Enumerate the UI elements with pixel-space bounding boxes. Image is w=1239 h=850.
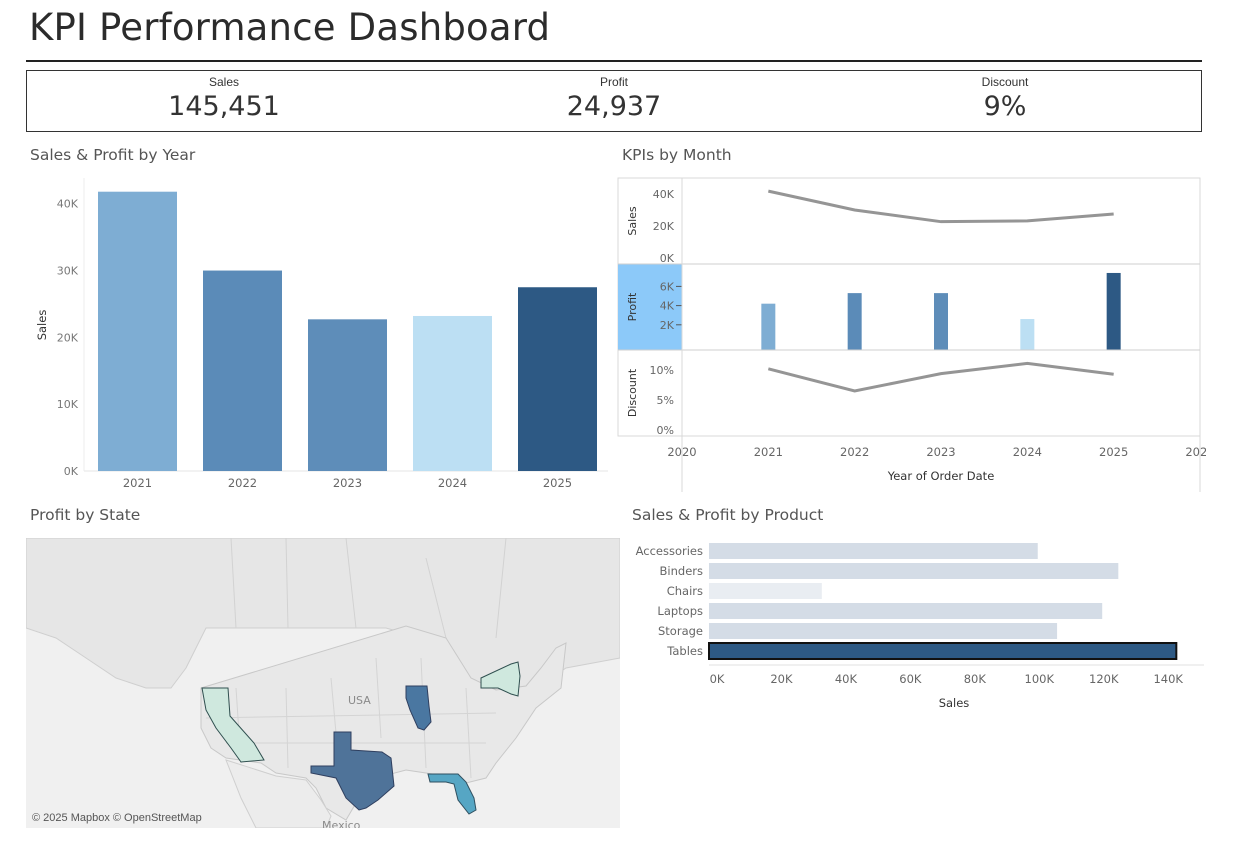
y-tick-label: 0% [657,424,674,437]
y-tick-label: 6K [660,280,675,293]
panel-label-discount: Discount [626,368,639,417]
panel-title-sales-by-year: Sales & Profit by Year [30,146,196,164]
panel-title-kpis-by-month: KPIs by Month [622,146,732,164]
profit-by-state-map[interactable]: USA Mexico [26,538,620,828]
x-tick-label: 2020 [667,445,696,459]
kpi-discount-value: 9% [983,91,1027,122]
x-tick-label: 2022 [228,476,257,490]
y-tick-label: 10% [650,364,674,377]
profit-bar-2024[interactable] [1020,319,1035,350]
y-tick-label: 5% [657,394,674,407]
panel-label-sales: Sales [626,206,639,236]
kpi-sales-value: 145,451 [168,91,280,122]
x-tick-label: 2024 [438,476,467,490]
x-tick-label: 2025 [1099,445,1128,459]
sales-by-year-chart[interactable]: 0K 10K 20K 30K 40K 2021 2022 2023 2024 2025 Sales [26,170,616,495]
y-tick-label: 0K [660,252,675,265]
x-tick-label: 2021 [754,445,783,459]
bar-2022[interactable] [203,270,282,471]
product-label: Storage [658,624,703,638]
x-tick-label: 40K [835,672,858,686]
y-tick-label: 20K [57,331,79,344]
x-tick-label: 80K [964,672,987,686]
x-tick-label: 20K [770,672,793,686]
x-tick-label: 2024 [1013,445,1042,459]
y-tick-label: 0K [64,465,79,478]
kpi-profit-label: Profit [599,75,628,89]
map-attribution: © 2025 Mapbox © OpenStreetMap [32,812,202,824]
bar-2021[interactable] [98,191,177,471]
title-divider [26,60,1202,62]
kpi-discount-label: Discount [981,75,1029,89]
kpi-profit-value: 24,937 [566,91,662,122]
y-tick-label: 40K [57,198,79,211]
y-tick-label: 2K [660,319,675,332]
x-tick-label: 100K [1025,672,1055,686]
x-tick-label: 2023 [926,445,955,459]
product-bar-binders[interactable] [709,563,1119,579]
x-axis-title: Sales [939,696,970,710]
kpi-sales[interactable]: Sales 145,451 [74,71,374,122]
sales-line[interactable] [768,189,1114,224]
bar-2023[interactable] [308,319,387,471]
product-bar-accessories[interactable] [709,543,1038,559]
bar-2024[interactable] [413,315,492,471]
x-tick-label: 2022 [840,445,869,459]
panel-title-sales-by-product: Sales & Profit by Product [632,506,824,524]
x-tick-label: 0K [710,672,725,686]
dashboard-title: KPI Performance Dashboard [29,6,551,49]
product-bar-storage[interactable] [709,623,1058,639]
discount-line[interactable] [767,361,1114,393]
x-axis-title: Year of Order Date [887,469,995,483]
product-label: Binders [660,564,703,578]
x-tick-label: 2025 [543,476,572,490]
product-label: Laptops [657,604,703,618]
y-tick-label: 4K [660,300,675,313]
x-tick-label: 2026 [1185,445,1206,459]
x-tick-label: 120K [1089,672,1119,686]
product-label: Tables [666,644,703,658]
kpis-by-month-chart[interactable]: Sales 0K 20K 40K Profit 2K 4K 6K Discount 0% 5% 10%… [616,170,1206,495]
kpi-sales-label: Sales [208,75,240,89]
x-tick-label: 2021 [123,476,152,490]
kpi-summary-bar: Sales 145,451 Profit 24,937 Discount 9% [26,70,1202,132]
panel-title-profit-by-state: Profit by State [30,506,141,524]
y-tick-label: 10K [57,398,79,411]
product-label: Accessories [636,544,703,558]
x-tick-label: 2023 [333,476,362,490]
map-label-mexico: Mexico [322,819,361,828]
sales-by-product-chart[interactable]: Accessories Binders Chairs Laptops Storage Ta… [620,535,1210,715]
kpi-discount[interactable]: Discount 9% [855,71,1155,122]
x-tick-label: 140K [1153,672,1183,686]
profit-bar-2023[interactable] [934,293,948,350]
profit-bar-2022[interactable] [847,293,862,350]
y-axis-title: Sales [35,310,49,341]
product-bar-tables[interactable] [708,642,1178,660]
panel-label-profit: Profit [626,292,639,321]
map-label-usa: USA [348,694,371,707]
product-bar-chairs[interactable] [709,583,822,599]
y-tick-label: 20K [653,220,675,233]
product-bar-laptops[interactable] [709,603,1103,619]
profit-bar-2025[interactable] [1106,272,1121,350]
kpi-profit[interactable]: Profit 24,937 [464,71,764,122]
x-tick-label: 60K [899,672,922,686]
y-tick-label: 40K [653,188,675,201]
product-label: Chairs [667,584,703,598]
profit-bar-2021[interactable] [761,303,776,350]
bar-2025[interactable] [518,287,597,471]
y-tick-label: 30K [57,265,79,278]
